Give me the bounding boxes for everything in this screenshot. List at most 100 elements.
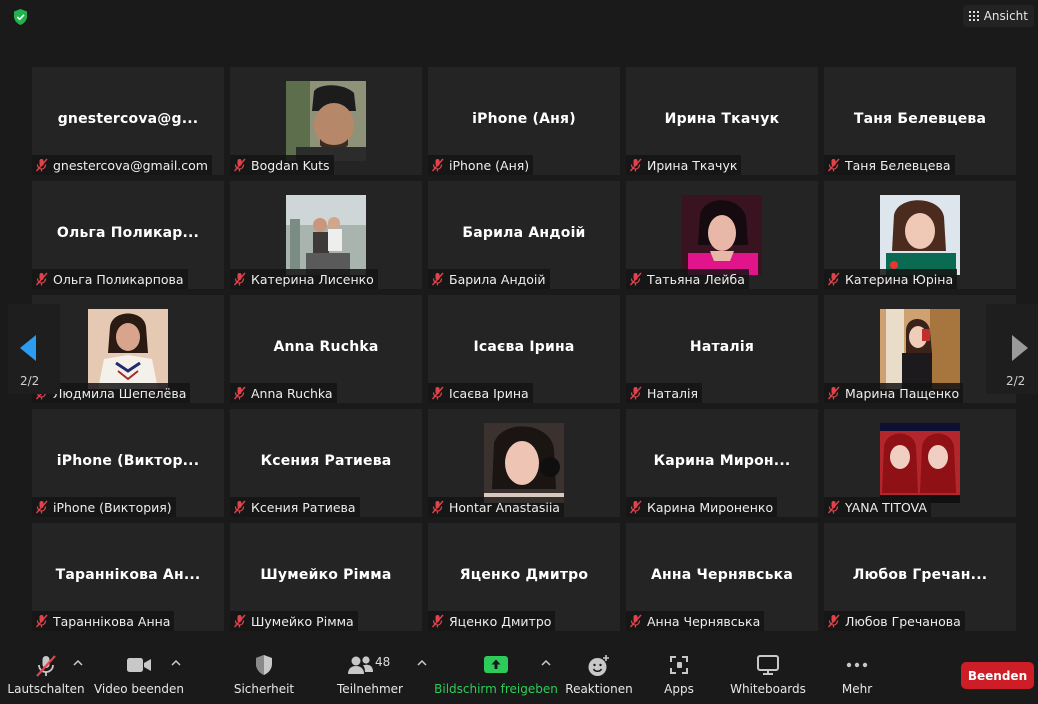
arrow-left-icon xyxy=(20,335,36,361)
muted-microphone-icon xyxy=(629,500,642,514)
participant-tile[interactable]: iPhone (Аня) iPhone (Аня) xyxy=(428,67,620,175)
participant-name-label: Наталія xyxy=(626,383,702,403)
participant-tile[interactable]: Bogdan Kuts xyxy=(230,67,422,175)
muted-microphone-icon xyxy=(431,614,444,628)
participant-tile[interactable]: Наталія Наталія xyxy=(626,295,818,403)
participant-name: Anna Ruchka xyxy=(251,385,333,401)
participant-display-name: Тараннікова Ан... xyxy=(55,567,201,583)
reactions-button[interactable]: Reaktionen xyxy=(565,640,633,704)
participant-name-label: Анна Чернявська xyxy=(626,611,765,631)
participant-display-name: Ольга Поликар... xyxy=(56,225,200,241)
participant-tile[interactable]: Hontar Anastasiia xyxy=(428,409,620,517)
muted-microphone-icon xyxy=(629,158,642,172)
participant-tile[interactable]: Ісаєва Ірина Ісаєва Ірина xyxy=(428,295,620,403)
muted-microphone-icon xyxy=(827,500,840,514)
participant-video xyxy=(880,309,960,389)
muted-microphone-icon xyxy=(233,500,246,514)
participant-name: Любов Гречанова xyxy=(845,613,961,629)
security-label: Sicherheit xyxy=(233,682,295,696)
security-button[interactable]: Sicherheit xyxy=(230,640,298,704)
participant-display-name: Любов Гречан... xyxy=(852,567,988,583)
participant-name: Марина Пащенко xyxy=(845,385,960,401)
mute-options-caret-icon[interactable] xyxy=(73,659,83,667)
participant-tile[interactable]: iPhone (Виктор... iPhone (Виктория) xyxy=(32,409,224,517)
reactions-smiley-icon xyxy=(588,655,609,676)
mute-label: Lautschalten xyxy=(7,682,85,696)
participant-display-name: Таня Белевцева xyxy=(853,111,987,127)
participant-video xyxy=(880,195,960,275)
muted-microphone-icon xyxy=(629,272,642,286)
participant-tile[interactable]: Таня Белевцева Таня Белевцева xyxy=(824,67,1016,175)
muted-microphone-icon xyxy=(431,158,444,172)
muted-microphone-icon xyxy=(431,272,444,286)
participant-name-label: iPhone (Аня) xyxy=(428,155,534,175)
participant-display-name: iPhone (Аня) xyxy=(472,111,576,127)
apps-button[interactable]: Apps xyxy=(656,640,702,704)
participant-name: iPhone (Аня) xyxy=(449,157,530,173)
participant-tile[interactable]: Ольга Поликар... Ольга Поликарпова xyxy=(32,181,224,289)
next-page-button[interactable]: 2/2 xyxy=(986,304,1038,394)
meeting-toolbar: Lautschalten Video beenden Sicherheit 48… xyxy=(0,640,1038,704)
participant-name-label: Марина Пащенко xyxy=(824,383,964,403)
participant-tile[interactable]: Барила Андоій Барила Андоій xyxy=(428,181,620,289)
participant-tile[interactable]: Шумейко Рімма Шумейко Рімма xyxy=(230,523,422,631)
participant-name-label: YANA TITOVA xyxy=(824,497,931,517)
stop-video-button[interactable]: Video beenden xyxy=(93,640,185,704)
participant-tile[interactable]: gnestercova@g... gnestercova@gmail.com xyxy=(32,67,224,175)
participant-tile[interactable]: Татьяна Лейба xyxy=(626,181,818,289)
participant-name: Ісаєва Ірина xyxy=(449,385,529,401)
participant-tile[interactable]: YANA TITOVA xyxy=(824,409,1016,517)
muted-microphone-icon xyxy=(827,272,840,286)
participant-name: Ксения Ратиева xyxy=(251,499,356,515)
participant-name: Наталія xyxy=(647,385,698,401)
muted-microphone-icon xyxy=(827,386,840,400)
video-options-caret-icon[interactable] xyxy=(171,659,181,667)
participant-name-label: Таня Белевцева xyxy=(824,155,955,175)
participant-tile[interactable]: Anna Ruchka Anna Ruchka xyxy=(230,295,422,403)
participants-button[interactable]: 48 Teilnehmer xyxy=(334,640,406,704)
arrow-right-icon xyxy=(1012,335,1028,361)
participant-tile[interactable]: Катерина Лисенко xyxy=(230,181,422,289)
share-screen-button[interactable]: Bildschirm freigeben xyxy=(434,640,558,704)
participant-name-label: Яценко Дмитро xyxy=(428,611,556,631)
page-indicator-right: 2/2 xyxy=(1006,374,1026,388)
muted-microphone-icon xyxy=(629,614,642,628)
participant-tile[interactable]: Яценко Дмитро Яценко Дмитро xyxy=(428,523,620,631)
participant-tile[interactable]: Ирина Ткачук Ирина Ткачук xyxy=(626,67,818,175)
participants-icon xyxy=(348,656,373,674)
participant-name-label: Ксения Ратиева xyxy=(230,497,360,517)
participant-name: Людмила Шепелёва xyxy=(53,385,187,401)
participant-name: Карина Мироненко xyxy=(647,499,774,515)
more-button[interactable]: Mehr xyxy=(834,640,880,704)
participant-tile[interactable]: Ксения Ратиева Ксения Ратиева xyxy=(230,409,422,517)
stop-video-label: Video beenden xyxy=(93,682,185,696)
participant-display-name: Шумейко Рімма xyxy=(260,567,392,583)
reactions-label: Reaktionen xyxy=(565,682,633,696)
participant-tile[interactable]: Анна Чернявська Анна Чернявська xyxy=(626,523,818,631)
muted-microphone-icon xyxy=(35,158,48,172)
muted-microphone-icon xyxy=(827,614,840,628)
participant-tile[interactable]: Карина Мирон... Карина Мироненко xyxy=(626,409,818,517)
participant-tile[interactable]: Катерина Юріна xyxy=(824,181,1016,289)
end-meeting-button[interactable]: Beenden xyxy=(961,662,1034,689)
participant-display-name: Ісаєва Ірина xyxy=(473,339,575,355)
previous-page-button[interactable]: 2/2 xyxy=(8,304,60,394)
participants-count: 48 xyxy=(375,655,391,669)
participant-video xyxy=(286,81,366,161)
participant-name-label: Шумейко Рімма xyxy=(230,611,358,631)
mute-button[interactable]: Lautschalten xyxy=(7,640,85,704)
participant-name: Тараннікова Анна xyxy=(53,613,171,629)
muted-microphone-icon xyxy=(431,386,444,400)
participants-options-caret-icon[interactable] xyxy=(417,659,427,667)
participant-name-label: Татьяна Лейба xyxy=(626,269,749,289)
participant-display-name: Яценко Дмитро xyxy=(459,567,589,583)
whiteboards-button[interactable]: Whiteboards xyxy=(728,640,808,704)
share-screen-label: Bildschirm freigeben xyxy=(434,682,558,696)
participant-tile[interactable]: Людмила Шепелёва xyxy=(32,295,224,403)
participant-display-name: Anna Ruchka xyxy=(273,339,379,355)
participant-name-label: Катерина Юріна xyxy=(824,269,958,289)
share-options-caret-icon[interactable] xyxy=(541,659,551,667)
participant-tile[interactable]: Любов Гречан... Любов Гречанова xyxy=(824,523,1016,631)
participant-name: Катерина Лисенко xyxy=(251,271,374,287)
participant-tile[interactable]: Тараннікова Ан... Тараннікова Анна xyxy=(32,523,224,631)
